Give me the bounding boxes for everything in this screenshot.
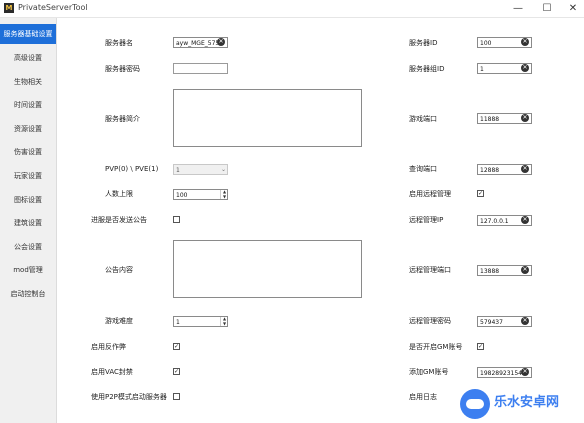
remote-admin-label: 启用远程管理 (409, 190, 451, 198)
server-intro-textarea[interactable] (173, 89, 362, 147)
server-id-clear-icon[interactable]: ✕ (521, 38, 529, 46)
anti-cheat-checkbox[interactable]: ✓ (173, 343, 180, 350)
server-name-clear-icon[interactable]: ✕ (217, 38, 225, 46)
sidebar-item-building-settings[interactable]: 建筑设置 (0, 213, 56, 233)
p2p-mode-checkbox[interactable] (173, 393, 180, 400)
chevron-down-icon[interactable]: ⌄ (221, 164, 226, 175)
announcement-label: 公告内容 (105, 266, 133, 274)
watermark: 乐水安卓网 (456, 386, 584, 423)
remote-port-label: 远程管理端口 (409, 266, 451, 274)
close-button[interactable]: ✕ (562, 0, 584, 17)
watermark-text: 乐水安卓网 (494, 395, 560, 410)
server-log-label: 启用日志 (409, 393, 437, 401)
gamepad-logo-icon (460, 389, 490, 419)
spin-down-icon[interactable]: ▼ (221, 194, 228, 200)
title-bar: M PrivateServerTool — ☐ ✕ (0, 0, 584, 18)
minimize-button[interactable]: — (507, 0, 529, 17)
remote-ip-clear-icon[interactable]: ✕ (521, 216, 529, 224)
game-port-clear-icon[interactable]: ✕ (521, 114, 529, 122)
gm-account-label: 是否开启GM账号 (409, 343, 463, 351)
sidebar-item-damage-settings[interactable]: 伤害设置 (0, 142, 56, 162)
sidebar-item-player-settings[interactable]: 玩家设置 (0, 166, 56, 186)
server-group-id-clear-icon[interactable]: ✕ (521, 64, 529, 72)
broadcast-checkbox[interactable] (173, 216, 180, 223)
window-title: PrivateServerTool (18, 3, 88, 12)
p2p-mode-label: 使用P2P模式启动服务器 (91, 393, 167, 401)
remote-ip-label: 远程管理IP (409, 216, 444, 224)
remote-admin-checkbox[interactable]: ✓ (477, 190, 484, 197)
vac-ban-label: 启用VAC封禁 (91, 368, 133, 376)
gm-account-checkbox[interactable]: ✓ (477, 343, 484, 350)
sidebar: 服务器基础设置 高级设置 生物相关 时间设置 资源设置 伤害设置 玩家设置 图标… (0, 18, 57, 423)
sidebar-item-icon-settings[interactable]: 图标设置 (0, 190, 56, 210)
sidebar-item-basic-settings[interactable]: 服务器基础设置 (0, 24, 56, 44)
server-id-label: 服务器ID (409, 39, 438, 47)
game-port-label: 游戏端口 (409, 115, 437, 123)
difficulty-label: 游戏难度 (105, 317, 133, 325)
sidebar-item-launch-console[interactable]: 启动控制台 (0, 284, 56, 304)
remote-password-clear-icon[interactable]: ✕ (521, 317, 529, 325)
max-players-label: 人数上限 (105, 190, 133, 198)
broadcast-label: 进服是否发送公告 (91, 216, 147, 224)
server-password-input[interactable] (173, 63, 228, 74)
anti-cheat-label: 启用反作弊 (91, 343, 126, 351)
server-intro-label: 服务器简介 (105, 115, 140, 123)
server-name-label: 服务器名 (105, 39, 133, 47)
query-port-label: 查询端口 (409, 165, 437, 173)
sidebar-item-mod-management[interactable]: mod管理 (0, 260, 56, 280)
sidebar-item-advanced-settings[interactable]: 高级设置 (0, 48, 56, 68)
server-group-id-label: 服务器组ID (409, 65, 445, 73)
maximize-button[interactable]: ☐ (536, 0, 558, 17)
pvp-label: PVP(0) \ PVE(1) (105, 165, 159, 173)
app-icon: M (4, 3, 14, 13)
query-port-clear-icon[interactable]: ✕ (521, 165, 529, 173)
spin-down-icon[interactable]: ▼ (221, 321, 228, 327)
sidebar-item-creatures[interactable]: 生物相关 (0, 72, 56, 92)
add-gm-account-label: 添加GM账号 (409, 368, 449, 376)
sidebar-item-resource-settings[interactable]: 资源设置 (0, 119, 56, 139)
announcement-textarea[interactable] (173, 240, 362, 298)
remote-password-label: 远程管理密码 (409, 317, 451, 325)
server-password-label: 服务器密码 (105, 65, 140, 73)
sidebar-item-time-settings[interactable]: 时间设置 (0, 95, 56, 115)
difficulty-spin-icon[interactable]: ▲ ▼ (220, 316, 228, 327)
sidebar-item-guild-settings[interactable]: 公会设置 (0, 237, 56, 257)
vac-ban-checkbox[interactable]: ✓ (173, 368, 180, 375)
add-gm-account-clear-icon[interactable]: ✕ (521, 368, 529, 376)
max-players-spin-icon[interactable]: ▲ ▼ (220, 189, 228, 200)
remote-port-clear-icon[interactable]: ✕ (521, 266, 529, 274)
pvp-select[interactable]: 1 (173, 164, 228, 175)
